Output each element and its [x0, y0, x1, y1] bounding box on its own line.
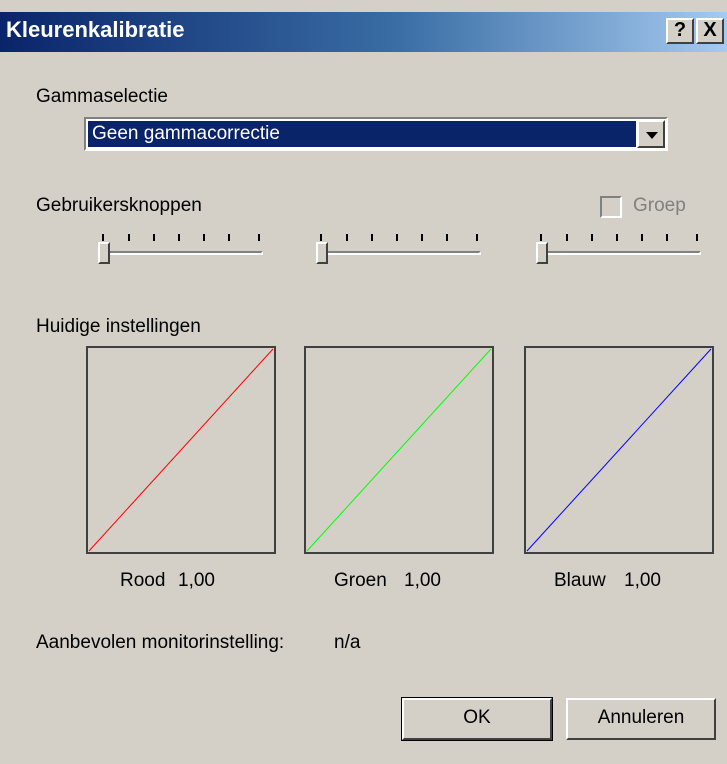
gamma-selection-label: Gammaselectie: [36, 86, 168, 107]
red-curve-svg: [88, 348, 274, 552]
green-curve-graph: [304, 346, 494, 554]
green-channel-name: Groen: [334, 570, 387, 591]
slider-blue[interactable]: [536, 234, 706, 264]
gamma-select[interactable]: Geen gammacorrectie: [84, 117, 668, 151]
blue-curve-graph: [524, 346, 714, 554]
current-settings-label: Huidige instellingen: [36, 316, 201, 337]
green-curve-line: [306, 348, 492, 552]
slider-red-track: [98, 251, 263, 255]
window-title: Kleurenkalibratie: [6, 17, 185, 42]
monitor-setting-label: Aanbevolen monitorinstelling:: [36, 632, 285, 653]
group-checkbox[interactable]: [600, 196, 622, 218]
green-curve-svg: [306, 348, 492, 552]
slider-green-thumb[interactable]: [316, 242, 328, 264]
monitor-setting-value: n/a: [334, 632, 361, 653]
slider-blue-thumb[interactable]: [536, 242, 548, 264]
help-button[interactable]: ?: [666, 18, 694, 44]
slider-red[interactable]: [98, 234, 268, 264]
slider-green-track: [316, 251, 481, 255]
slider-blue-track: [536, 251, 701, 255]
red-curve-graph: [86, 346, 276, 554]
red-channel-name: Rood: [120, 570, 166, 591]
cancel-button[interactable]: Annuleren: [566, 698, 716, 740]
slider-red-thumb[interactable]: [98, 242, 110, 264]
blue-curve-line: [526, 348, 712, 552]
close-button[interactable]: X: [696, 18, 724, 44]
chevron-down-icon[interactable]: [637, 120, 665, 148]
green-channel-value: 1,00: [404, 570, 441, 591]
red-channel-value: 1,00: [178, 570, 215, 591]
blue-channel-name: Blauw: [554, 570, 606, 591]
blue-channel-value: 1,00: [624, 570, 661, 591]
title-bar[interactable]: Kleurenkalibratie ? X: [0, 12, 727, 52]
group-checkbox-label: Groep: [633, 195, 686, 216]
user-controls-label: Gebruikersknoppen: [36, 195, 202, 216]
red-curve-line: [88, 348, 274, 552]
slider-green[interactable]: [316, 234, 486, 264]
blue-curve-svg: [526, 348, 712, 552]
gamma-select-value: Geen gammacorrectie: [88, 121, 636, 147]
ok-button[interactable]: OK: [401, 697, 553, 741]
